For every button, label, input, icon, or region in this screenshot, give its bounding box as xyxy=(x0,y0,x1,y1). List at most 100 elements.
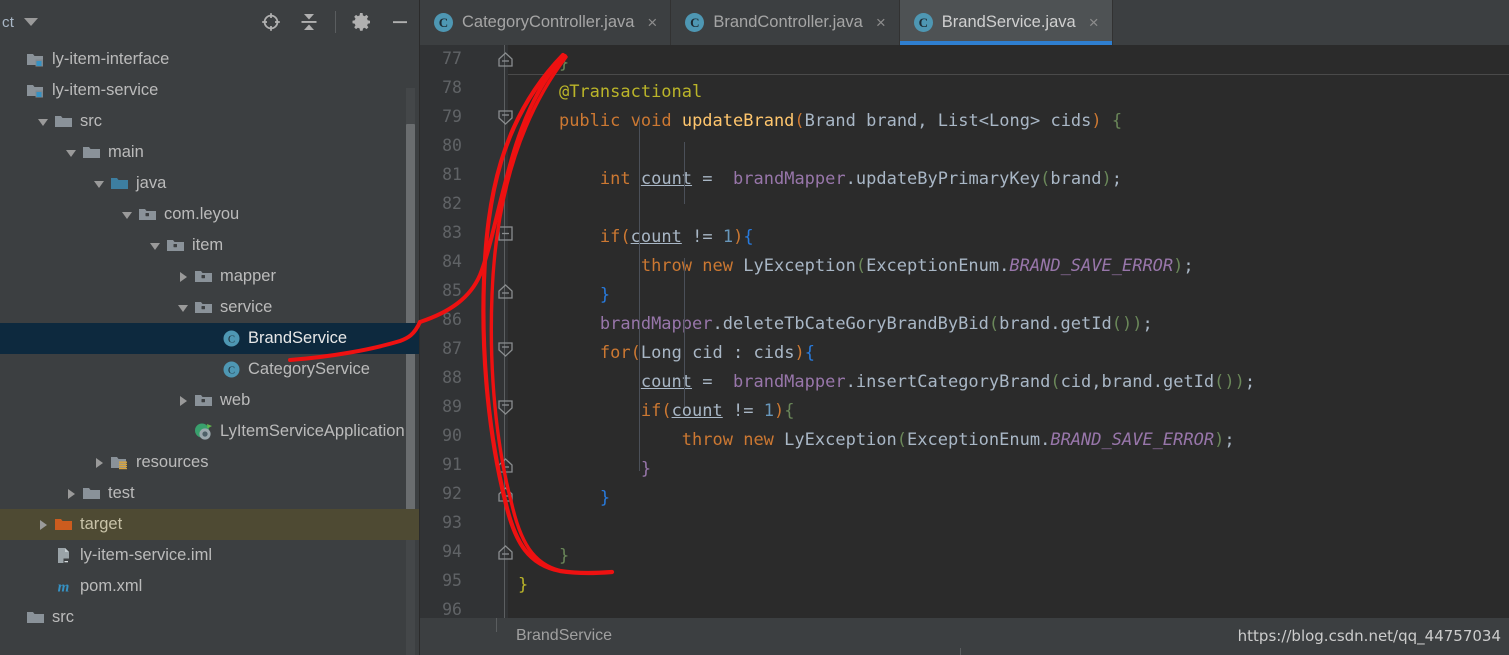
line-number: 88 xyxy=(442,368,462,387)
line-number: 79 xyxy=(442,107,462,126)
tree-node-ly-item-service-iml[interactable]: ly-item-service.iml xyxy=(0,540,420,571)
tree-node-label: ly-item-service xyxy=(52,81,159,99)
tree-node-test[interactable]: test xyxy=(0,478,420,509)
package-icon xyxy=(194,267,213,286)
toolbar-separator xyxy=(335,11,336,33)
code-line: throw new LyException(ExceptionEnum.BRAN… xyxy=(640,256,1194,276)
editor-tab-bar: C CategoryController.java × C BrandControlle… xyxy=(420,0,1509,45)
code-line: for(Long cid : cids){ xyxy=(599,343,815,363)
tree-node-label: BrandService xyxy=(248,329,348,347)
gear-icon[interactable] xyxy=(350,10,374,34)
code-line: } xyxy=(599,285,611,305)
tree-node-mapper[interactable]: mapper xyxy=(0,261,420,292)
chevron-right-icon[interactable] xyxy=(92,455,108,471)
close-icon[interactable]: × xyxy=(876,14,886,31)
code-line: } xyxy=(599,488,611,508)
fold-rail xyxy=(504,45,505,618)
code-text[interactable]: } @Transactional public void updateBrand… xyxy=(508,45,1509,618)
code-fold-toggle[interactable] xyxy=(498,342,513,357)
editor-tab-categorycontroller-java[interactable]: C CategoryController.java × xyxy=(420,0,672,45)
tree-node-src[interactable]: src xyxy=(0,106,420,137)
tree-node-ly-item-interface[interactable]: ly-item-interface xyxy=(0,44,420,75)
minimize-icon[interactable] xyxy=(388,10,412,34)
tree-node-ly-item-service[interactable]: ly-item-service xyxy=(0,75,420,106)
tree-node-label: mapper xyxy=(220,267,276,285)
breadcrumb[interactable]: BrandService xyxy=(516,627,612,645)
tree-node-service[interactable]: service xyxy=(0,292,420,323)
line-number: 84 xyxy=(442,252,462,271)
source-folder-icon xyxy=(110,174,129,193)
code-fold-toggle[interactable] xyxy=(498,284,513,299)
code-line: @Transactional xyxy=(558,82,703,102)
chevron-down-icon[interactable] xyxy=(92,176,108,192)
code-line: brandMapper.deleteTbCateGoryBrandByBid(b… xyxy=(599,314,1153,334)
editor-gutter[interactable]: 77 78 79 80 81 82 83 84 85 86 87 88 89 90 91 92 93 94 95 96 xyxy=(420,45,508,618)
code-line: if(count != 1){ xyxy=(640,401,795,421)
code-editor[interactable]: 77 78 79 80 81 82 83 84 85 86 87 88 89 90 91 92 93 94 95 96… xyxy=(420,45,1509,618)
marker-column[interactable] xyxy=(1497,90,1509,618)
line-number: 78 xyxy=(442,78,462,97)
locate-icon[interactable] xyxy=(259,10,283,34)
package-icon xyxy=(194,298,213,317)
tree-node-label: main xyxy=(108,143,144,161)
code-line: public void updateBrand(Brand brand, Lis… xyxy=(558,111,1123,131)
tree-node-target[interactable]: target xyxy=(0,509,420,540)
package-icon xyxy=(138,205,157,224)
tree-node-com-leyou[interactable]: com.leyou xyxy=(0,199,420,230)
chevron-right-icon[interactable] xyxy=(176,269,192,285)
no-toggle-spacer xyxy=(36,548,52,564)
collapse-all-icon[interactable] xyxy=(297,10,321,34)
tree-node-src[interactable]: src xyxy=(0,602,420,633)
code-line: count = brandMapper.insertCategoryBrand(… xyxy=(640,372,1256,392)
chevron-right-icon[interactable] xyxy=(176,393,192,409)
spring-boot-class-icon xyxy=(194,422,213,441)
close-icon[interactable]: × xyxy=(1089,14,1099,31)
excluded-folder-icon xyxy=(54,515,73,534)
editor-tab-brandservice-java[interactable]: C BrandService.java × xyxy=(899,0,1113,45)
tree-node-categoryservice[interactable]: C CategoryService xyxy=(0,354,420,385)
java-class-icon: C xyxy=(913,13,933,32)
tree-node-brandservice[interactable]: C BrandService xyxy=(0,323,420,354)
chevron-down-icon[interactable] xyxy=(64,145,80,161)
editor-tab-brandcontroller-java[interactable]: C BrandController.java × xyxy=(671,0,900,45)
code-fold-toggle[interactable] xyxy=(498,487,513,502)
chevron-down-icon[interactable] xyxy=(176,300,192,316)
chevron-right-icon[interactable] xyxy=(64,486,80,502)
line-number: 92 xyxy=(442,484,462,503)
code-fold-toggle[interactable] xyxy=(498,110,513,125)
line-number: 93 xyxy=(442,513,462,532)
chevron-down-icon[interactable] xyxy=(120,207,136,223)
line-number: 89 xyxy=(442,397,462,416)
tree-node-label: java xyxy=(136,174,167,192)
chevron-down-icon[interactable] xyxy=(148,238,164,254)
code-line: } xyxy=(640,459,652,479)
status-bar: BrandService https://blog.csdn.net/qq_44… xyxy=(420,618,1509,655)
code-fold-toggle[interactable] xyxy=(498,52,513,67)
svg-text:C: C xyxy=(228,366,235,377)
tree-node-main[interactable]: main xyxy=(0,137,420,168)
close-icon[interactable]: × xyxy=(647,14,657,31)
code-fold-toggle[interactable] xyxy=(498,458,513,473)
tree-node-java[interactable]: java xyxy=(0,168,420,199)
code-fold-toggle[interactable] xyxy=(498,226,513,241)
code-fold-toggle[interactable] xyxy=(498,400,513,415)
tree-node-label: com.leyou xyxy=(164,205,240,223)
chevron-right-icon[interactable] xyxy=(36,517,52,533)
watermark-url: https://blog.csdn.net/qq_44757034 xyxy=(1237,627,1501,645)
chevron-down-icon[interactable] xyxy=(24,18,39,26)
code-line: int count = brandMapper.updateByPrimaryK… xyxy=(599,169,1123,189)
tree-node-label: LyItemServiceApplication xyxy=(220,422,405,440)
folder-icon xyxy=(82,484,101,503)
code-fold-toggle[interactable] xyxy=(498,545,513,560)
tree-node-pom-xml[interactable]: m pom.xml xyxy=(0,571,420,602)
tree-node-label: pom.xml xyxy=(80,577,143,595)
tree-node-lyitemserviceapplication[interactable]: LyItemServiceApplication xyxy=(0,416,420,447)
tree-node-label: CategoryService xyxy=(248,360,370,378)
line-number: 87 xyxy=(442,339,462,358)
iml-file-icon xyxy=(54,546,73,565)
tree-node-web[interactable]: web xyxy=(0,385,420,416)
chevron-down-icon[interactable] xyxy=(36,114,52,130)
project-tree[interactable]: ly-item-interface ly-item-service src main j… xyxy=(0,44,420,655)
tree-node-resources[interactable]: resources xyxy=(0,447,420,478)
tree-node-item[interactable]: item xyxy=(0,230,420,261)
